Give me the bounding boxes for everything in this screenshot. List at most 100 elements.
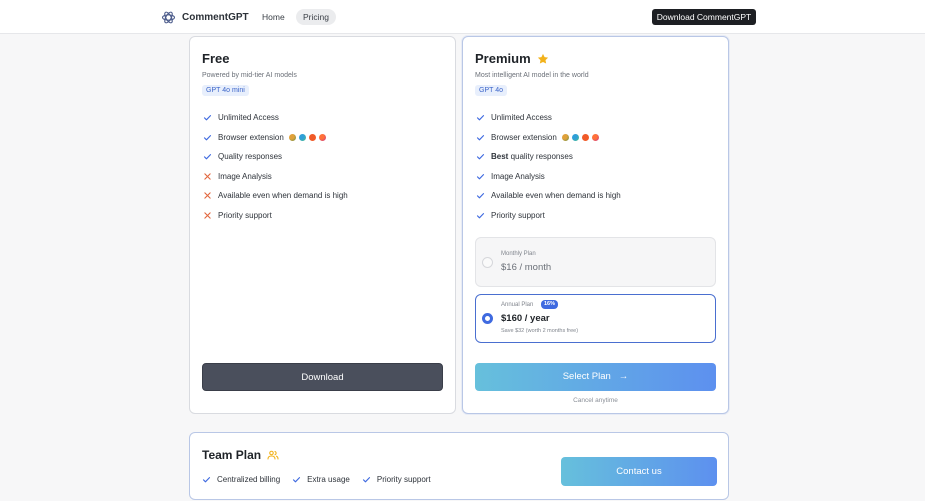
feature-text: Unlimited Access (218, 113, 279, 122)
star-icon (537, 53, 548, 64)
feature-text-bold: Best (491, 152, 509, 162)
feature-text-body: Unlimited Access (491, 113, 552, 123)
team-feature-text: Priority support (376, 475, 431, 484)
check-icon (475, 113, 485, 123)
feature-text: Priority support (218, 211, 272, 220)
check-icon (202, 475, 211, 484)
monthly-plan-radio[interactable] (482, 257, 493, 268)
brand[interactable]: CommentGPT (161, 10, 249, 25)
check-icon (475, 210, 485, 220)
premium-plan-title: Premium (475, 51, 549, 66)
check-icon (475, 171, 485, 181)
check-icon (475, 191, 485, 201)
check-icon (362, 475, 371, 484)
nav-pricing-link[interactable]: Pricing (296, 9, 336, 25)
feature-text-body: Quality responses (218, 152, 283, 162)
check-icon (202, 152, 212, 162)
feature-text: Browser extension (218, 133, 284, 142)
free-plan-card: Free Powered by mid-tier AI models GPT 4… (189, 36, 456, 414)
team-feature-list: Centralized billing Extra usage Priority s… (202, 475, 431, 484)
brave-icon (581, 133, 589, 141)
check-icon (292, 475, 301, 484)
feature-text: Image Analysis (218, 172, 272, 181)
team-plan-card: Team Plan Centralized billing Extra usage… (189, 432, 729, 500)
browser-icons (288, 133, 326, 141)
feature-text-body: Unlimited Access (218, 113, 279, 123)
free-plan-title-text: Free (202, 51, 230, 66)
free-plan-subtitle: Powered by mid-tier AI models (202, 72, 297, 79)
feature-text-body: Priority support (218, 210, 272, 220)
team-plan-title-text: Team Plan (202, 448, 262, 462)
free-model-badge: GPT 4o mini (202, 85, 249, 96)
edge-icon (298, 133, 306, 141)
firefox-icon (318, 133, 326, 141)
feature-text-body: Priority support (491, 210, 545, 220)
premium-plan-subtitle: Most intelligent AI model in the world (475, 72, 589, 79)
nav-home-link[interactable]: Home (255, 9, 292, 25)
select-plan-button[interactable]: Select Plan → (475, 363, 716, 391)
monthly-plan-option[interactable]: Monthly Plan $16 / month (475, 237, 716, 287)
brand-name: CommentGPT (182, 12, 249, 23)
team-feature-text: Extra usage (307, 475, 350, 484)
free-plan-title: Free (202, 51, 229, 66)
premium-plan-card: Premium Most intelligent AI model in the… (462, 36, 729, 414)
check-icon (202, 132, 212, 142)
feature-text-body: Image Analysis (218, 171, 272, 181)
arrow-right-icon: → (618, 371, 629, 382)
feature-item: Best quality responses (475, 147, 621, 167)
select-plan-label: Select Plan (562, 371, 611, 382)
feature-item: Quality responses (202, 147, 348, 167)
premium-feature-list: Unlimited Access Browser extension Best qu… (475, 108, 621, 225)
feature-item: Image Analysis (202, 167, 348, 187)
check-icon (202, 113, 212, 123)
premium-plan-title-text: Premium (475, 51, 531, 66)
discount-badge: 16% (541, 300, 559, 309)
feature-text: Unlimited Access (491, 113, 552, 122)
cancel-anytime-text: Cancel anytime (573, 397, 618, 404)
cross-icon (202, 191, 212, 201)
annual-plan-radio[interactable] (482, 313, 493, 324)
cross-icon (202, 171, 212, 181)
feature-text: Available even when demand is high (491, 191, 621, 200)
download-commentgpt-button[interactable]: Download CommentGPT (652, 9, 756, 25)
feature-item: Image Analysis (475, 167, 621, 187)
feature-text: Browser extension (491, 133, 557, 142)
top-nav: CommentGPT Home Pricing Download Comment… (0, 0, 925, 34)
browser-icons (561, 133, 599, 141)
feature-text-body: Browser extension (491, 132, 557, 142)
contact-us-button[interactable]: Contact us (561, 457, 717, 486)
team-feature-item: Extra usage (292, 475, 350, 484)
feature-text: Priority support (491, 211, 545, 220)
team-feature-text: Centralized billing (217, 475, 281, 484)
feature-text-body: Available even when demand is high (491, 191, 621, 201)
feature-text-body: Image Analysis (491, 171, 545, 181)
annual-plan-option[interactable]: Annual Plan 16% $160 / year Save $32 (wo… (475, 294, 716, 343)
feature-text-body: quality responses (508, 152, 573, 162)
cross-icon (202, 210, 212, 220)
feature-text: Quality responses (218, 152, 282, 161)
team-plan-title: Team Plan (202, 448, 279, 462)
chrome-icon (288, 133, 296, 141)
chrome-icon (561, 133, 569, 141)
download-button[interactable]: Download (202, 363, 443, 391)
edge-icon (571, 133, 579, 141)
monthly-plan-label: Monthly Plan (501, 251, 536, 257)
feature-text: Best quality responses (491, 152, 573, 161)
feature-text-body: Browser extension (218, 132, 284, 142)
feature-item: Unlimited Access (475, 108, 621, 128)
annual-plan-price: $160 / year (501, 313, 550, 324)
annual-plan-note: Save $32 (worth 2 months free) (501, 328, 579, 334)
feature-text-body: Available even when demand is high (218, 191, 348, 201)
brave-icon (308, 133, 316, 141)
feature-item: Unlimited Access (202, 108, 348, 128)
premium-model-badge: GPT 4o (475, 85, 507, 96)
check-icon (475, 152, 485, 162)
feature-item: Available even when demand is high (475, 186, 621, 206)
team-feature-item: Priority support (362, 475, 431, 484)
feature-item: Priority support (202, 206, 348, 226)
people-icon (267, 450, 279, 460)
check-icon (475, 132, 485, 142)
annual-plan-label: Annual Plan (501, 302, 534, 308)
monthly-plan-price: $16 / month (501, 262, 552, 273)
feature-item: Priority support (475, 206, 621, 226)
